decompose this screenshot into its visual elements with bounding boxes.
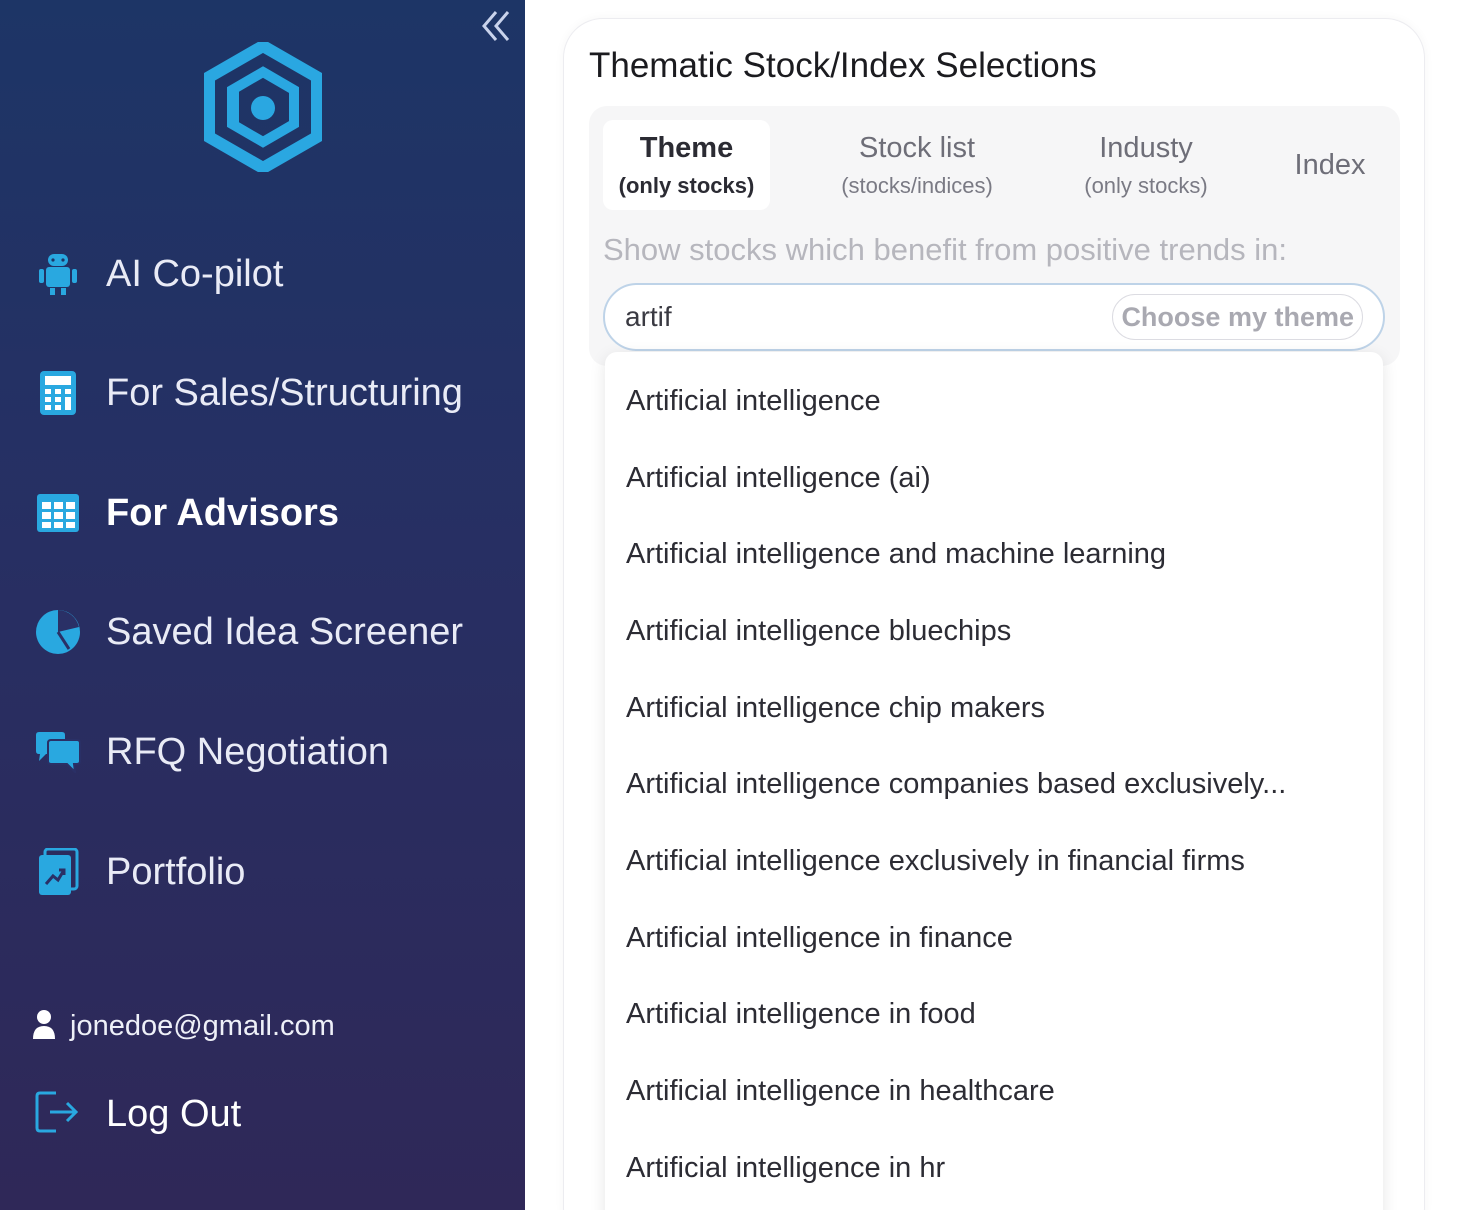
logout-label: Log Out — [106, 1092, 242, 1135]
tab-label: Theme — [639, 131, 734, 164]
tab-label: Industy — [1099, 131, 1193, 164]
nav-label: For Sales/Structuring — [106, 371, 463, 414]
user-icon — [32, 1009, 56, 1044]
table-grid-icon — [34, 489, 82, 537]
portfolio-chart-icon — [34, 848, 82, 896]
nav-item-ai-copilot[interactable]: AI Co-pilot — [34, 244, 283, 304]
search-prompt: Show stocks which benefit from positive … — [603, 232, 1288, 267]
pie-chart-icon — [34, 608, 82, 656]
theme-search-input[interactable] — [625, 295, 1095, 339]
nav-item-rfq-negotiation[interactable]: RFQ Negotiation — [34, 722, 389, 782]
collapse-sidebar-icon[interactable] — [478, 8, 514, 44]
nav-label: RFQ Negotiation — [106, 730, 390, 773]
tab-theme[interactable]: Theme (only stocks) — [603, 120, 770, 210]
tab-sublabel: (stocks/indices) — [841, 172, 993, 198]
theme-search-box: Choose my theme — [603, 283, 1385, 351]
suggestion-dropdown: Artificial intelligence Artificial intel… — [605, 352, 1383, 1210]
tab-industry[interactable]: Industy (only stocks) — [1066, 120, 1226, 210]
tab-stock-list[interactable]: Stock list (stocks/indices) — [818, 120, 1016, 210]
suggestion-item[interactable]: Artificial intelligence chip makers — [605, 670, 1383, 747]
suggestion-item[interactable]: Artificial intelligence and machine lear… — [605, 516, 1383, 593]
nav-item-sales-structuring[interactable]: For Sales/Structuring — [34, 363, 463, 423]
robot-icon — [34, 250, 82, 298]
sidebar: AI Co-pilot For Sales/Structuring For Ad… — [0, 0, 525, 1210]
nav-label: AI Co-pilot — [106, 252, 284, 295]
nav-item-portfolio[interactable]: Portfolio — [34, 842, 245, 902]
nav-label: For Advisors — [106, 491, 339, 534]
suggestion-item[interactable]: Artificial intelligence companies based … — [605, 746, 1383, 823]
suggestion-item[interactable]: Artificial intelligence in healthcare — [605, 1053, 1383, 1130]
calculator-icon — [34, 369, 82, 417]
logout-button[interactable]: Log Out — [34, 1086, 241, 1142]
suggestion-item[interactable]: Artificial intelligence — [605, 363, 1383, 440]
logo-icon — [203, 39, 323, 175]
nav-label: Portfolio — [106, 850, 246, 893]
suggestion-item[interactable]: Artificial intelligence exclusively in f… — [605, 823, 1383, 900]
logout-icon — [34, 1089, 80, 1140]
tab-label: Index — [1294, 148, 1366, 181]
page-title: Thematic Stock/Index Selections — [589, 46, 1097, 85]
suggestion-item[interactable]: Artificial intelligence bluechips — [605, 593, 1383, 670]
nav-item-saved-idea-screener[interactable]: Saved Idea Screener — [34, 602, 463, 662]
suggestion-item[interactable]: Artificial intelligence in finance — [605, 900, 1383, 977]
chat-bubbles-icon — [34, 728, 82, 776]
suggestion-item[interactable]: Artificial intelligence (ai) — [605, 440, 1383, 517]
nav-label: Saved Idea Screener — [106, 610, 464, 653]
tab-sublabel: (only stocks) — [618, 172, 755, 198]
tab-index[interactable]: Index — [1280, 120, 1380, 210]
suggestion-item[interactable]: Artificial intelligence in food — [605, 977, 1383, 1054]
tab-sublabel: (only stocks) — [1084, 172, 1208, 198]
user-email: jonedoe@gmail.com — [70, 1009, 335, 1042]
tab-label: Stock list — [858, 131, 976, 164]
choose-theme-button[interactable]: Choose my theme — [1112, 294, 1363, 340]
user-account: jonedoe@gmail.com — [32, 1004, 335, 1048]
suggestion-item[interactable]: Artificial intelligence in hr — [605, 1130, 1383, 1207]
nav-item-for-advisors[interactable]: For Advisors — [34, 483, 339, 543]
